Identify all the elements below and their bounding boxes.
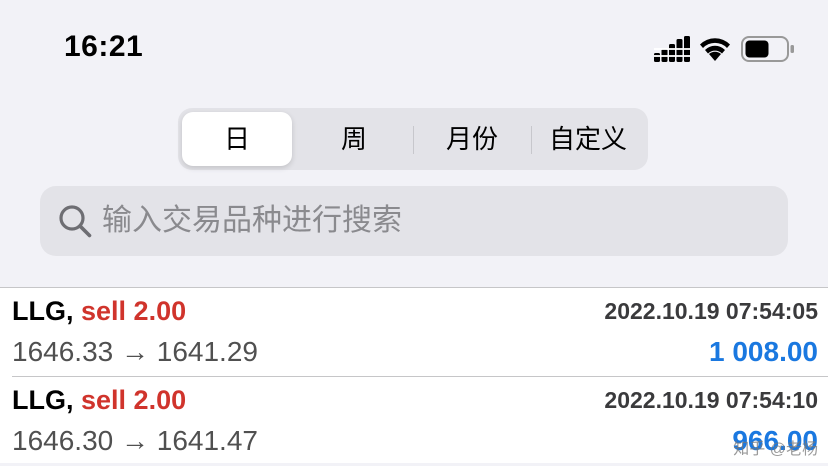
trade-row[interactable]: LLG, sell 2.00 2022.10.19 07:54:05 1646.… [0,288,828,377]
search-icon [59,205,92,238]
status-bar: 16:21 [0,0,828,96]
search-input[interactable] [102,186,772,256]
trade-profit: 1 008.00 [709,336,818,367]
trade-prices: 1646.30 → 1641.47 [12,425,258,456]
trade-datetime: 2022.10.19 07:54:05 [604,298,818,324]
period-segmented-control: 日 周 月份 自定义 [178,108,648,170]
watermark: 知乎 @老杨 [733,441,818,458]
tab-custom[interactable]: 自定义 [532,112,644,166]
trade-row[interactable]: LLG, sell 2.00 2022.10.19 07:54:10 1646.… [0,377,828,466]
tab-day[interactable]: 日 [182,112,292,166]
trade-history-list: LLG, sell 2.00 2022.10.19 07:54:05 1646.… [0,287,828,463]
wifi-icon [700,38,730,61]
trade-action: sell 2.00 [81,385,187,415]
battery-icon [741,36,794,62]
search-bar[interactable] [40,186,788,256]
trade-symbol: LLG, [12,385,74,415]
cellular-signal-icon [654,36,690,62]
tab-week[interactable]: 周 [296,112,412,166]
trade-prices: 1646.33 → 1641.29 [12,336,258,367]
trade-symbol: LLG, [12,296,74,326]
trade-symbol-line: LLG, sell 2.00 [12,296,186,327]
tab-month[interactable]: 月份 [414,112,530,166]
trade-datetime: 2022.10.19 07:54:10 [604,387,818,413]
trade-symbol-line: LLG, sell 2.00 [12,385,186,416]
status-time: 16:21 [64,30,144,63]
trade-action: sell 2.00 [81,296,187,326]
